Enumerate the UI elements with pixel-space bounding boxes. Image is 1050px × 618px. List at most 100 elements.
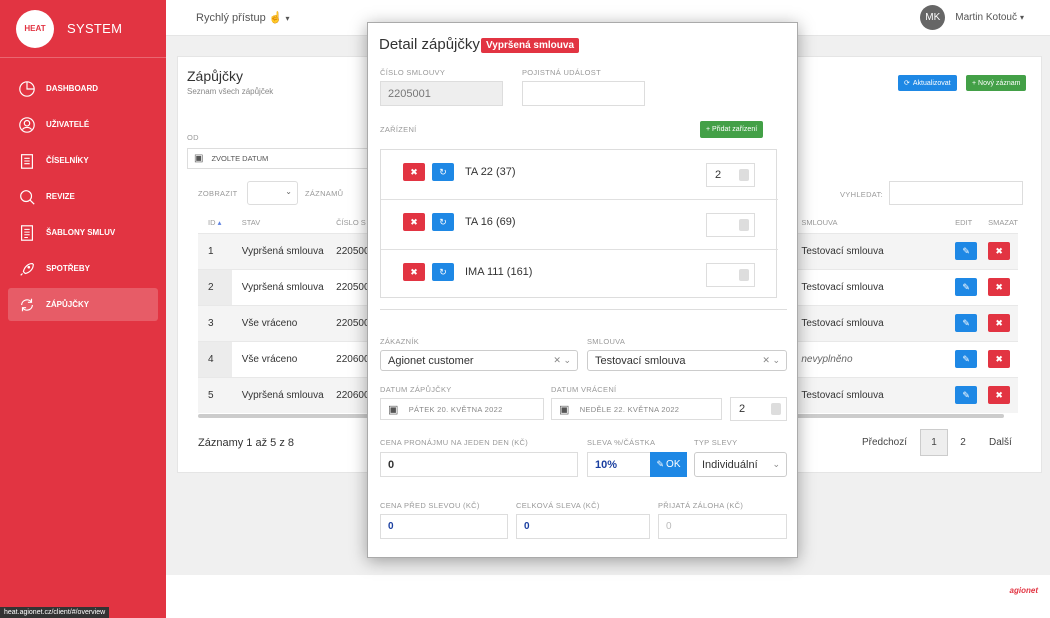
days-stepper[interactable]: 2	[730, 397, 787, 421]
pagination-prev[interactable]: Předchozí	[862, 429, 907, 456]
search-input[interactable]	[889, 181, 1023, 205]
edit-button[interactable]: ✎	[955, 242, 978, 260]
customer-value: Agionet customer	[388, 354, 474, 367]
column-header-id[interactable]: ID ▴	[198, 213, 232, 233]
cell-delete: ✖	[978, 340, 1018, 377]
sidebar-item-codebooks[interactable]: ČÍSELNÍKY	[8, 144, 158, 177]
column-header-contract[interactable]: SMLOUVA	[791, 213, 945, 233]
devices-label: ZAŘÍZENÍ	[380, 125, 417, 134]
chevron-down-icon: ⌄	[285, 187, 292, 196]
records-info: Záznamy 1 až 5 z 8	[198, 437, 294, 449]
edit-button[interactable]: ✎	[955, 350, 978, 368]
loan-date-input[interactable]: ▣ PÁTEK 20. KVĚTNA 2022	[380, 398, 544, 420]
clear-chevron-icon[interactable]: ✕ ⌄	[762, 355, 780, 366]
hand-pointer-icon: ☝	[268, 12, 283, 24]
search-icon	[20, 189, 35, 205]
sidebar-item-users[interactable]: UŽIVATELÉ	[8, 108, 158, 141]
discount-type-select[interactable]: Individuální ⌄	[694, 452, 787, 477]
total-discount-label: CELKOVÁ SLEVA (KČ)	[516, 501, 600, 510]
column-header-edit: EDIT	[955, 218, 973, 228]
records-label: ZÁZNAMŮ	[305, 189, 344, 198]
column-header-status[interactable]: STAV	[232, 213, 326, 233]
remove-device-button[interactable]: ✖	[403, 263, 425, 281]
delete-button[interactable]: ✖	[988, 242, 1011, 260]
cell-id: 4	[198, 340, 232, 377]
clear-chevron-icon[interactable]: ✕ ⌄	[553, 355, 571, 366]
user-name[interactable]: Martin Kotouč	[955, 12, 1017, 23]
sidebar-item-consumption[interactable]: SPOTŘEBY	[8, 252, 158, 285]
agionet-logo: agionet	[1009, 586, 1038, 595]
price-field[interactable]: 0	[380, 452, 578, 477]
calendar-icon: ▣	[559, 403, 570, 416]
document-icon	[21, 224, 33, 241]
sidebar-item-loans[interactable]: ZÁPŮJČKY	[8, 288, 158, 321]
edit-button[interactable]: ✎	[955, 386, 978, 405]
column-id-label: ID	[208, 218, 216, 228]
user-menu[interactable]: MK Martin Kotouč ▾	[920, 5, 1024, 30]
customer-select[interactable]: Agionet customer ✕ ⌄	[380, 350, 578, 371]
sidebar-item-label: ZÁPŮJČKY	[46, 300, 90, 309]
device-name: IMA 111 (161)	[465, 266, 533, 278]
modal-title: Detail zápůjčky	[379, 36, 480, 53]
sidebar-item-label: UŽIVATELÉ	[46, 120, 90, 129]
search-label: VYHLEDAT:	[840, 190, 883, 199]
stepper-icon[interactable]	[739, 219, 749, 231]
from-date-input[interactable]: ▣ ZVOLTE DATUM	[187, 148, 372, 169]
discount-field[interactable]: 10%	[587, 452, 651, 477]
heat-logo[interactable]: HEAT	[16, 9, 54, 48]
pagination-page-1[interactable]: 1	[920, 429, 948, 456]
reset-device-button[interactable]: ↻	[432, 263, 454, 281]
stepper-icon[interactable]	[739, 269, 749, 281]
discount-ok-button[interactable]: ✎ OK	[650, 452, 687, 477]
delete-button[interactable]: ✖	[988, 314, 1011, 332]
remove-device-button[interactable]: ✖	[403, 213, 425, 231]
sort-asc-icon: ▴	[217, 218, 222, 228]
edit-button[interactable]: ✎	[955, 278, 978, 296]
cell-contract: nevyplněno	[791, 340, 946, 377]
cell-id: 2	[198, 268, 232, 305]
status-badge: Vypršená smlouva	[481, 38, 580, 53]
delete-button[interactable]: ✖	[988, 278, 1011, 296]
stepper-icon[interactable]	[771, 403, 781, 415]
cell-edit: ✎	[945, 268, 979, 305]
delete-button[interactable]: ✖	[988, 350, 1011, 368]
reset-device-button[interactable]: ↻	[432, 163, 454, 181]
page-size-select[interactable]: ⌄	[247, 181, 298, 205]
rocket-icon	[20, 262, 34, 276]
reset-device-button[interactable]: ↻	[432, 213, 454, 231]
pagination-page-2[interactable]: 2	[957, 429, 969, 456]
insurance-label: POJISTNÁ UDÁLOST	[522, 68, 601, 77]
sidebar-item-label: ČÍSELNÍKY	[46, 156, 89, 165]
contract-select[interactable]: Testovací smlouva ✕ ⌄	[587, 350, 787, 371]
cell-id: 5	[198, 376, 232, 413]
refresh-icon	[21, 298, 33, 311]
quantity-stepper[interactable]	[706, 263, 755, 287]
stepper-icon[interactable]	[739, 169, 749, 181]
chart-pie-icon	[19, 80, 35, 97]
quantity-stepper[interactable]	[706, 213, 755, 237]
sidebar-item-templates[interactable]: ŠABLONY SMLUV	[8, 216, 158, 249]
avatar[interactable]: MK	[920, 5, 946, 30]
edit-button[interactable]: ✎	[955, 314, 978, 332]
contract-value: Testovací smlouva	[595, 354, 686, 367]
pagination-next[interactable]: Další	[989, 429, 1012, 456]
new-record-button[interactable]: + Nový záznam	[966, 75, 1027, 91]
price-before-field: 0	[380, 514, 508, 539]
quick-access-menu[interactable]: Rychlý přístup ☝ ▾	[196, 11, 290, 24]
sidebar-item-label: ŠABLONY SMLUV	[46, 228, 116, 237]
deposit-field[interactable]: 0	[658, 514, 787, 539]
delete-button[interactable]: ✖	[988, 386, 1011, 405]
remove-device-button[interactable]: ✖	[403, 163, 425, 181]
quantity-stepper[interactable]: 2	[706, 163, 755, 187]
insurance-field[interactable]	[522, 81, 645, 106]
refresh-button[interactable]: ⟳ Aktualizovat	[898, 75, 957, 91]
refresh-button-label: Aktualizovat	[912, 79, 951, 87]
sidebar-item-revisions[interactable]: REVIZE	[8, 180, 158, 213]
sidebar-item-dashboard[interactable]: DASHBOARD	[8, 72, 158, 105]
device-name: TA 16 (69)	[465, 216, 516, 228]
add-device-button[interactable]: + Přidat zařízení	[700, 121, 764, 138]
device-row: ✖ ↻ IMA 111 (161)	[381, 250, 778, 300]
customer-label: ZÁKAZNÍK	[380, 337, 420, 346]
return-date-input[interactable]: ▣ NEDĚLE 22. KVĚTNA 2022	[551, 398, 722, 420]
column-header-delete: SMAZAT	[988, 218, 1018, 228]
